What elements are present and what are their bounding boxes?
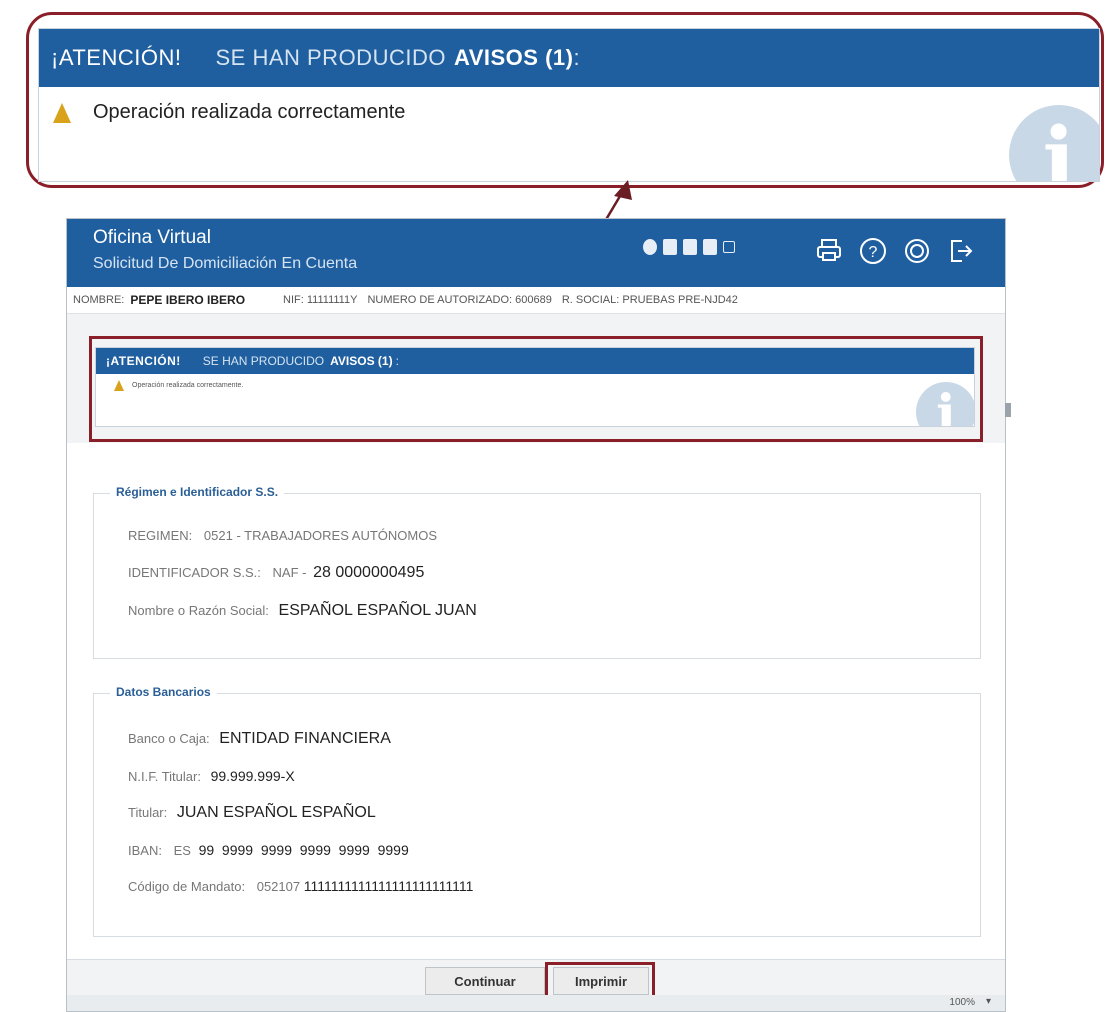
identificador-label: IDENTIFICADOR S.S.:	[128, 565, 261, 580]
alert-colon: :	[573, 45, 581, 70]
nif-titular-row: N.I.F. Titular: 99.999.999-X	[128, 768, 295, 784]
alert-message-row: Operación realizada correctamente	[39, 87, 1099, 124]
user-info-strip: NOMBRE: PEPE IBERO IBERO NIF: 11111111Y …	[67, 287, 1005, 314]
titular-row: Titular: JUAN ESPAÑOL ESPAÑOL	[128, 804, 376, 822]
settings-icon[interactable]	[903, 237, 931, 265]
iban-country: ES	[173, 843, 191, 858]
nombre-value: PEPE IBERO IBERO	[130, 293, 246, 307]
zoomed-alert-panel: ¡ATENCIÓN! SE HAN PRODUCIDO AVISOS (1) :…	[38, 28, 1100, 182]
banco-row: Banco o Caja: ENTIDAD FINANCIERA	[128, 730, 391, 748]
titular-label: Titular:	[128, 805, 168, 820]
scrollbar-thumb[interactable]	[1005, 403, 1011, 417]
autorizado-info: NUMERO DE AUTORIZADO: 600689	[367, 294, 552, 306]
mandato-label: Código de Mandato:	[128, 879, 246, 894]
app-title: Oficina Virtual	[93, 227, 211, 248]
identificador-value: 28 0000000495	[313, 564, 425, 581]
alert-message: Operación realizada correctamente	[93, 101, 406, 123]
iban-label: IBAN:	[128, 843, 162, 858]
resize-icon[interactable]	[723, 241, 735, 253]
alert-attention: ¡ATENCIÓN!	[51, 45, 182, 70]
page-subtitle: Solicitud De Domiciliación En Cuenta	[93, 255, 358, 272]
datos-bancarios-legend: Datos Bancarios	[110, 685, 217, 699]
main-content: Régimen e Identificador S.S. REGIMEN: 05…	[67, 443, 1005, 959]
status-bar: 100% ▾	[67, 995, 1005, 1011]
identificador-prefix: NAF -	[272, 565, 307, 580]
inner-alert-highlight	[89, 336, 983, 442]
continuar-button[interactable]: Continuar	[425, 967, 545, 995]
alert-avisos: AVISOS (1)	[453, 45, 574, 70]
print-icon[interactable]	[815, 237, 843, 265]
nombre-label: NOMBRE:	[73, 294, 125, 306]
titular-value: JUAN ESPAÑOL ESPAÑOL	[176, 804, 376, 821]
button-bar: Continuar Imprimir	[67, 959, 1005, 1002]
alert-subtitle: SE HAN PRODUCIDO	[215, 45, 446, 70]
nombre-razon-label: Nombre o Razón Social:	[128, 603, 269, 618]
mandato-row: Código de Mandato: 052107 11111111111111…	[128, 878, 473, 894]
banco-value: ENTIDAD FINANCIERA	[219, 730, 391, 747]
mandato-prefix: 052107	[256, 879, 301, 894]
svg-text:?: ?	[869, 244, 878, 261]
nombre-razon-value: ESPAÑOL ESPAÑOL JUAN	[278, 602, 477, 619]
warning-icon	[53, 102, 71, 123]
help-icon[interactable]: ?	[859, 237, 887, 265]
zoom-level[interactable]: 100%	[949, 997, 975, 1008]
regimen-value: 0521 - TRABAJADORES AUTÓNOMOS	[203, 528, 438, 543]
nif-titular-value: 99.999.999-X	[210, 768, 295, 784]
regimen-section: Régimen e Identificador S.S. REGIMEN: 05…	[93, 485, 981, 659]
nif-titular-label: N.I.F. Titular:	[128, 769, 201, 784]
iban-value: 99 9999 9999 9999 9999 9999	[198, 842, 409, 858]
logout-icon[interactable]	[947, 237, 975, 265]
document-icon[interactable]	[703, 239, 717, 255]
banco-label: Banco o Caja:	[128, 731, 210, 746]
nif-info: NIF: 11111111Y	[283, 294, 358, 306]
regimen-label: REGIMEN:	[128, 528, 193, 543]
identificador-row: IDENTIFICADOR S.S.: NAF - 28 0000000495	[128, 564, 424, 582]
document-icon[interactable]	[663, 239, 677, 255]
app-window: Oficina Virtual Solicitud De Domiciliaci…	[66, 218, 1011, 1012]
datos-bancarios-section: Datos Bancarios Banco o Caja: ENTIDAD FI…	[93, 685, 981, 937]
nombre-row: Nombre o Razón Social: ESPAÑOL ESPAÑOL J…	[128, 602, 477, 620]
regimen-legend: Régimen e Identificador S.S.	[110, 485, 285, 499]
header-action-icons: ?	[815, 237, 975, 265]
header-tool-icons	[643, 237, 735, 257]
regimen-row: REGIMEN: 0521 - TRABAJADORES AUTÓNOMOS	[128, 528, 437, 543]
razon-social-info: R. SOCIAL: PRUEBAS PRE-NJD42	[561, 294, 738, 306]
document-icon[interactable]	[683, 239, 697, 255]
chevron-down-icon[interactable]: ▾	[986, 996, 991, 1007]
mandato-value: 1111111111111111111111111	[303, 878, 474, 894]
app-header: Oficina Virtual Solicitud De Domiciliaci…	[67, 219, 1005, 287]
accessibility-icon[interactable]	[643, 239, 657, 255]
iban-row: IBAN: ES 99 9999 9999 9999 9999 9999	[128, 842, 409, 858]
alert-title-bar: ¡ATENCIÓN! SE HAN PRODUCIDO AVISOS (1) :	[39, 29, 1099, 87]
